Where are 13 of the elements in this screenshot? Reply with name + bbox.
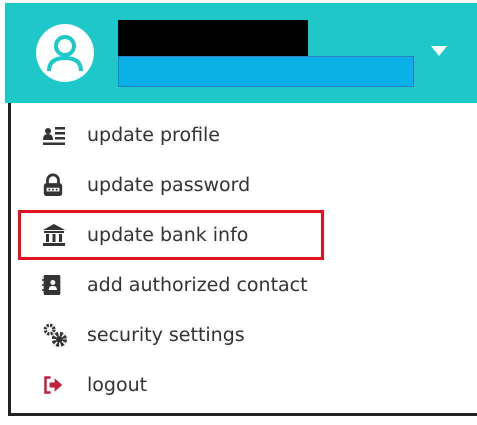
menu-item[interactable]: update password bbox=[18, 160, 324, 210]
bank-icon bbox=[42, 223, 66, 247]
address-book-icon bbox=[42, 272, 62, 298]
menu-item[interactable]: security settings bbox=[18, 310, 324, 360]
menu-item[interactable]: logout bbox=[18, 360, 324, 410]
user-header[interactable] bbox=[5, 3, 477, 103]
menu-item[interactable]: add authorized contact bbox=[18, 260, 324, 310]
lock-icon bbox=[42, 173, 64, 197]
exit-icon bbox=[42, 375, 64, 395]
menu-item[interactable]: update bank info bbox=[18, 210, 324, 260]
menu-item[interactable]: update profile bbox=[18, 110, 324, 160]
gears-icon bbox=[42, 322, 68, 348]
user-avatar-icon bbox=[36, 24, 94, 82]
